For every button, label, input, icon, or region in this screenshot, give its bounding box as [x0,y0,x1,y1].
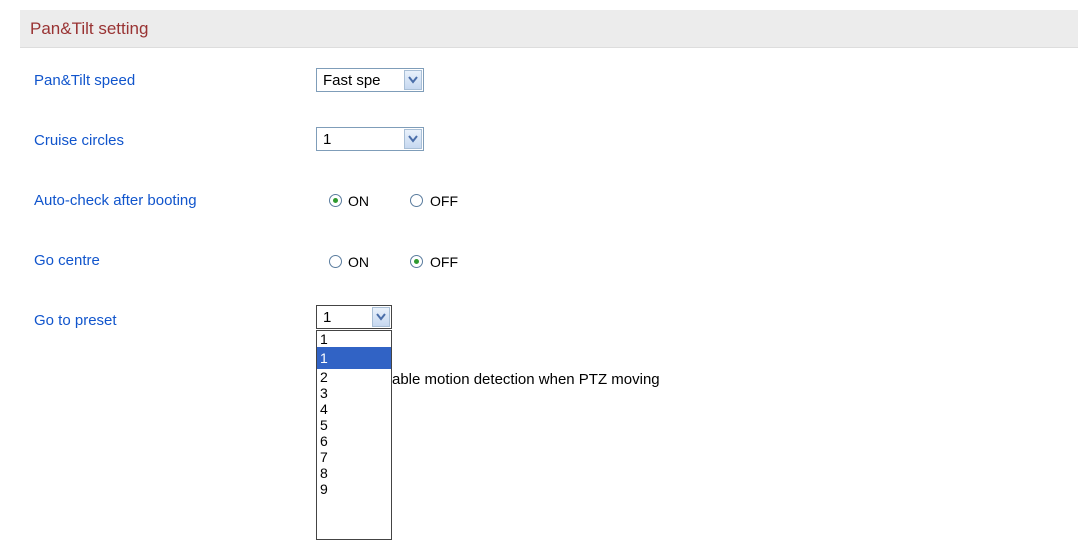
preset-option[interactable]: 9 [317,481,391,497]
speed-select-value: Fast spe [323,72,381,89]
preset-label: Go to preset [34,312,117,329]
preset-select[interactable]: 1 [316,305,392,329]
motion-detection-text: able motion detection when PTZ moving [392,371,660,388]
preset-option[interactable]: 7 [317,449,391,465]
centre-label: Go centre [34,252,100,269]
radio-dot [414,259,419,264]
speed-label: Pan&Tilt speed [34,72,136,89]
autocheck-off-radio[interactable] [410,194,423,207]
cruise-select-value: 1 [323,131,332,148]
autocheck-on-radio[interactable] [329,194,342,207]
chevron-down-icon[interactable] [404,129,422,149]
preset-option[interactable]: 5 [317,417,391,433]
centre-off-radio[interactable] [410,255,423,268]
cruise-label: Cruise circles [34,132,125,149]
preset-option[interactable]: 2 [317,369,391,385]
section-header: Pan&Tilt setting [20,10,1078,48]
chevron-down-icon[interactable] [404,70,422,90]
centre-off-label: OFF [430,254,458,270]
preset-option-selected[interactable]: 1 [317,331,391,347]
chevron-down-icon[interactable] [372,307,390,327]
cruise-select[interactable]: 1 [316,127,424,151]
centre-on-radio[interactable] [329,255,342,268]
preset-select-value: 1 [323,309,332,326]
autocheck-label: Auto-check after booting [34,192,197,209]
preset-option[interactable]: 6 [317,433,391,449]
autocheck-on-label: ON [348,193,369,209]
centre-on-label: ON [348,254,369,270]
preset-option-highlighted[interactable]: 1 [317,347,391,369]
preset-dropdown-list[interactable]: 1 1 2 3 4 5 6 7 8 9 [316,330,392,540]
preset-option[interactable]: 4 [317,401,391,417]
radio-dot [333,198,338,203]
preset-option[interactable]: 3 [317,385,391,401]
speed-select[interactable]: Fast spe [316,68,424,92]
section-title: Pan&Tilt setting [30,19,149,38]
preset-option[interactable]: 8 [317,465,391,481]
autocheck-off-label: OFF [430,193,458,209]
